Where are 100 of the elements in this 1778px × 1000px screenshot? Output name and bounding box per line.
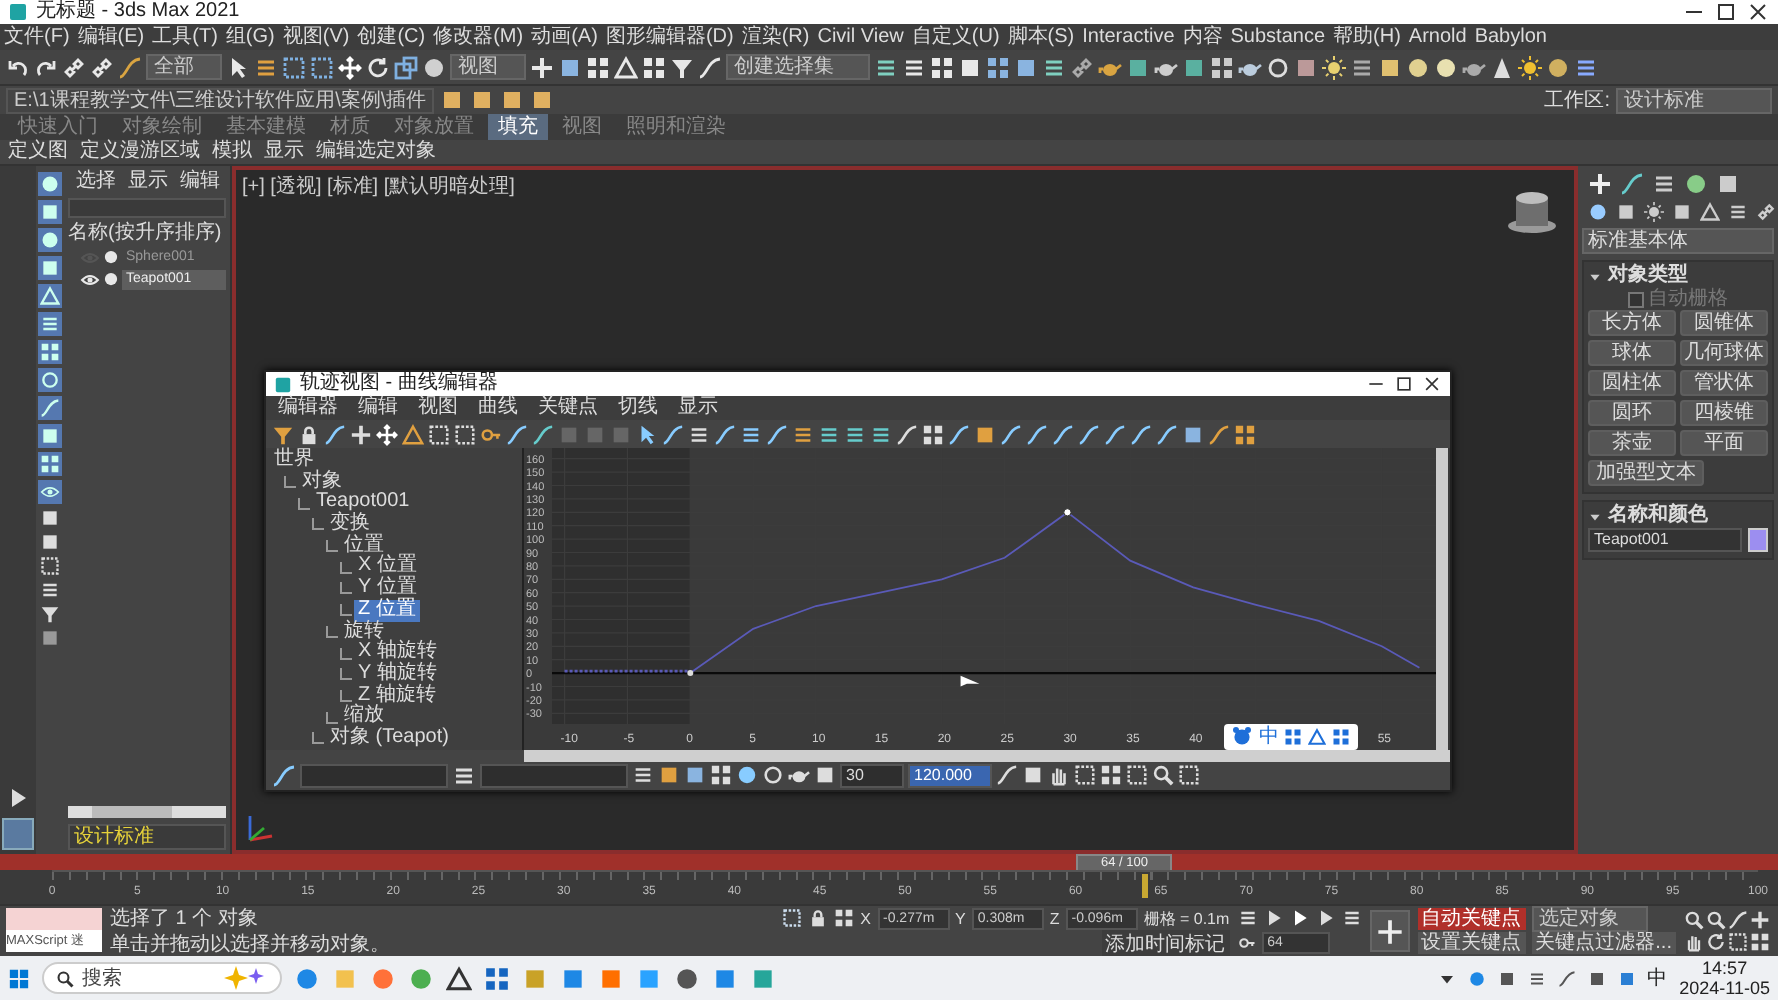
link-icon[interactable] — [1756, 202, 1776, 222]
sphere-icon[interactable] — [1588, 202, 1608, 222]
tree-item[interactable]: 旋转 — [340, 621, 388, 643]
menu-item[interactable]: 关键点 — [534, 396, 602, 420]
primitive-button[interactable]: 长方体 — [1588, 310, 1676, 336]
menu-item[interactable]: Arnold — [1404, 24, 1471, 50]
ring-icon[interactable] — [1266, 55, 1290, 79]
grid-icon[interactable] — [834, 908, 855, 929]
selection-rectangle-icon[interactable] — [1074, 764, 1096, 787]
zoom-icon[interactable] — [1706, 910, 1726, 930]
list-icon[interactable] — [1574, 55, 1598, 79]
list-icon[interactable] — [902, 55, 926, 79]
menu-item[interactable]: 文件(F) — [0, 24, 74, 50]
sphere-icon[interactable] — [1467, 969, 1486, 987]
scale-icon[interactable] — [394, 55, 418, 79]
column-header[interactable]: 名称(按升序排序) — [68, 222, 226, 246]
play-icon[interactable] — [1315, 908, 1336, 929]
primitive-button[interactable]: 几何球体 — [1680, 340, 1768, 366]
menu-item[interactable]: Civil View — [813, 24, 908, 50]
square-icon[interactable] — [40, 532, 60, 552]
selection-filter-dropdown[interactable]: 全部 — [146, 54, 222, 80]
lock-icon[interactable] — [298, 423, 320, 445]
input-mode[interactable]: 中 — [1647, 964, 1668, 992]
viewport[interactable] — [232, 166, 1578, 854]
close-icon[interactable] — [1422, 374, 1442, 394]
curve-icon[interactable] — [272, 763, 296, 788]
list-icon[interactable] — [792, 423, 814, 445]
link-icon[interactable] — [1070, 55, 1094, 79]
curve-icon[interactable] — [662, 423, 684, 445]
viewcube-drawing[interactable] — [1506, 190, 1558, 234]
curve-icon[interactable] — [1052, 423, 1074, 445]
curve-icon[interactable] — [506, 423, 528, 445]
selection-rectangle-icon[interactable] — [1178, 764, 1200, 787]
menu-item[interactable]: 编辑器 — [274, 396, 342, 420]
text-field[interactable] — [300, 763, 448, 788]
curve-icon[interactable] — [118, 55, 142, 79]
list-icon[interactable] — [1042, 55, 1066, 79]
vertical-scrollbar[interactable] — [1436, 448, 1448, 750]
plus-icon[interactable] — [530, 55, 554, 79]
square-icon[interactable] — [974, 423, 996, 445]
list-icon[interactable] — [688, 423, 710, 445]
hand-icon[interactable] — [1684, 932, 1704, 952]
square-icon[interactable] — [1182, 423, 1204, 445]
category-dropdown[interactable]: 标准基本体 — [1582, 228, 1774, 254]
tree-item[interactable]: 位置 — [340, 535, 388, 557]
menu-item[interactable]: Babylon — [1470, 24, 1551, 50]
ribbon-command[interactable]: 定义图 — [8, 140, 68, 164]
rotate-icon[interactable] — [1706, 932, 1726, 952]
explorer-menu-item[interactable]: 编辑 — [180, 170, 220, 194]
selection-rectangle-icon[interactable] — [454, 423, 476, 445]
square-icon[interactable] — [440, 88, 465, 112]
square-icon[interactable] — [40, 202, 60, 222]
sun-icon[interactable] — [1322, 55, 1346, 79]
curve-icon[interactable] — [1557, 969, 1576, 987]
list-icon[interactable] — [1350, 55, 1374, 79]
sphere-icon[interactable] — [1684, 172, 1708, 196]
square-icon[interactable] — [40, 508, 60, 528]
grid-icon[interactable] — [922, 423, 944, 445]
sphere-icon[interactable] — [674, 965, 700, 991]
selection-set-dropdown[interactable]: 创建选择集 — [726, 54, 870, 80]
menu-item[interactable]: 显示 — [674, 396, 722, 420]
tree-item[interactable]: Y 位置 — [354, 578, 421, 600]
curve-icon[interactable] — [1078, 423, 1100, 445]
ribbon-command[interactable]: 定义漫游区域 — [80, 140, 200, 164]
curve-icon[interactable] — [1026, 423, 1048, 445]
auto-key-button[interactable]: 自动关键点 — [1417, 907, 1526, 930]
sun-icon[interactable] — [1644, 202, 1664, 222]
selection-rectangle-icon[interactable] — [1126, 764, 1148, 787]
menu-item[interactable]: 创建(C) — [353, 24, 430, 50]
list-icon[interactable] — [870, 423, 892, 445]
curve-icon[interactable] — [714, 423, 736, 445]
curve-icon[interactable] — [1156, 423, 1178, 445]
tree-item[interactable]: 世界 — [270, 450, 318, 472]
bear-icon[interactable] — [1232, 726, 1253, 747]
square-icon[interactable] — [1014, 55, 1038, 79]
grid-icon[interactable] — [1234, 423, 1256, 445]
tree-item[interactable]: Z 位置 — [354, 599, 420, 622]
selection-rectangle-icon[interactable] — [1728, 932, 1748, 952]
list-icon[interactable] — [844, 423, 866, 445]
primitive-button[interactable]: 圆柱体 — [1588, 370, 1676, 396]
menu-item[interactable]: 曲线 — [474, 396, 522, 420]
list-icon[interactable] — [1652, 172, 1676, 196]
menu-item[interactable]: 动画(A) — [527, 24, 602, 50]
list-icon[interactable] — [874, 55, 898, 79]
square-icon[interactable] — [658, 764, 680, 787]
menu-item[interactable]: 帮助(H) — [1329, 24, 1405, 50]
square-icon[interactable] — [40, 426, 60, 446]
tree-item[interactable]: 对象 — [298, 471, 346, 493]
square-icon[interactable] — [1126, 55, 1150, 79]
menu-item[interactable]: 视图(V) — [278, 24, 354, 50]
primitive-button[interactable]: 茶壶 — [1588, 430, 1676, 456]
menu-item[interactable]: 编辑(E) — [73, 24, 149, 50]
sphere-icon[interactable] — [40, 174, 60, 194]
square-icon[interactable] — [1616, 202, 1636, 222]
tree-item[interactable]: 对象 (Teapot) — [326, 727, 453, 750]
square-icon[interactable] — [1497, 969, 1516, 987]
primitive-button[interactable]: 管状体 — [1680, 370, 1768, 396]
search-field[interactable]: 搜索 — [42, 962, 282, 994]
square-icon[interactable] — [1617, 969, 1636, 987]
square-icon[interactable] — [1716, 172, 1740, 196]
